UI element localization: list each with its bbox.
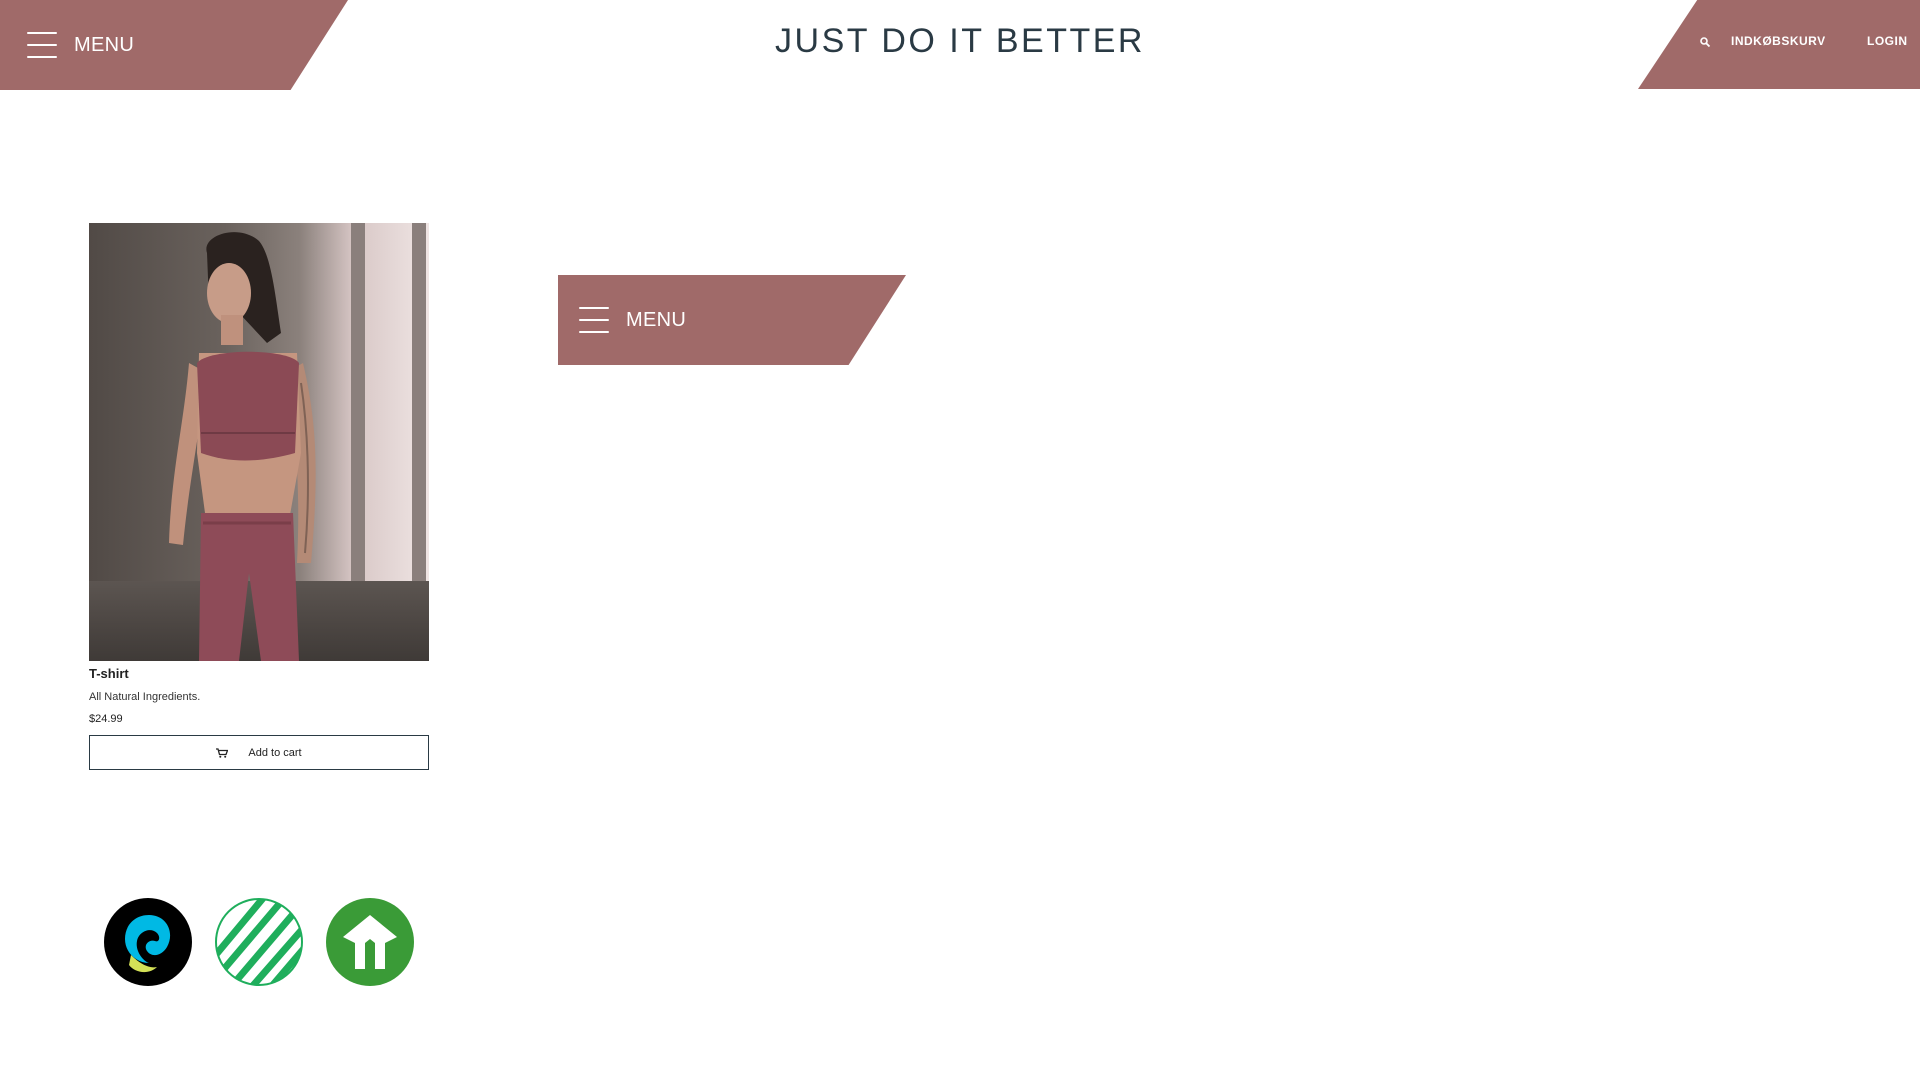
search-icon[interactable]	[1699, 35, 1711, 48]
cart-icon	[216, 747, 229, 758]
nordic-swan-logo-icon	[215, 898, 303, 986]
add-to-cart-label: Add to cart	[248, 746, 302, 759]
product-name: T-shirt	[89, 666, 129, 681]
menu-label: MENU	[626, 308, 687, 331]
fairtrade-logo-icon	[104, 898, 192, 986]
site-title: JUST DO IT BETTER	[775, 22, 1145, 60]
product-price: $24.99	[89, 713, 123, 725]
certification-logos	[103, 897, 436, 987]
product-image[interactable]	[89, 223, 429, 661]
menu-button-secondary[interactable]: MENU	[558, 275, 906, 365]
model-figure	[169, 232, 316, 661]
product-description: All Natural Ingredients.	[89, 691, 201, 703]
product-card: T-shirt All Natural Ingredients. $24.99 …	[89, 223, 429, 770]
add-to-cart-button[interactable]: Add to cart	[89, 735, 429, 770]
gots-organic-logo-icon	[326, 898, 414, 986]
login-link[interactable]: LOGIN	[1867, 34, 1908, 48]
hamburger-icon	[579, 307, 609, 333]
cart-link[interactable]: INDKØBSKURV	[1731, 34, 1826, 48]
